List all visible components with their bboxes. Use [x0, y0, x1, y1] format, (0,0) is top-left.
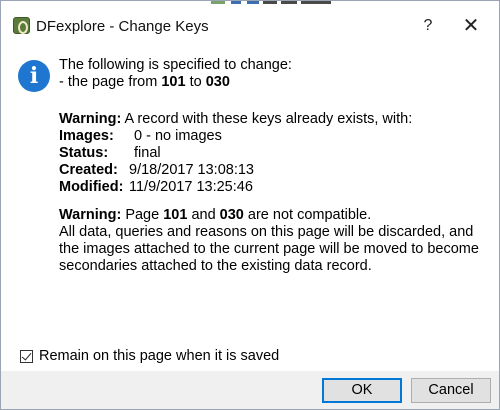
- modified-row: Modified: 11/9/2017 13:25:46: [59, 179, 412, 196]
- existing-record-warning: Warning: A record with these keys alread…: [59, 111, 413, 127]
- modified-label: Modified:: [59, 179, 124, 195]
- remain-on-page-label[interactable]: Remain on this page when it is saved: [39, 348, 279, 364]
- info-icon: i: [18, 60, 50, 92]
- to-page: 030: [205, 74, 230, 90]
- remain-on-page-option[interactable]: Remain on this page when it is saved: [20, 348, 279, 364]
- cancel-button[interactable]: Cancel: [411, 378, 491, 403]
- created-label: Created:: [59, 162, 118, 178]
- close-button[interactable]: ✕: [459, 14, 483, 38]
- images-row: Images: 0 - no images: [59, 128, 412, 145]
- remain-on-page-checkbox[interactable]: [20, 349, 33, 363]
- intro-line: The following is specified to change:: [59, 57, 292, 73]
- page-a: 101: [163, 207, 188, 223]
- status-value: final: [134, 145, 161, 161]
- help-button[interactable]: ?: [416, 15, 440, 37]
- ok-button[interactable]: OK: [322, 378, 402, 403]
- button-bar: OK Cancel: [1, 371, 499, 409]
- compat-warning-body: All data, queries and reasons on this pa…: [59, 224, 479, 274]
- page-change-line: - the page from 101 to 030: [59, 74, 230, 90]
- dfexplore-app-icon: [13, 17, 30, 34]
- warning-label: Warning:: [59, 111, 122, 127]
- title-bar: DFexplore - Change Keys ? ✕: [1, 9, 499, 45]
- page-b: 030: [219, 207, 244, 223]
- from-page: 101: [161, 74, 186, 90]
- status-label: Status:: [59, 145, 109, 161]
- warning-label: Warning:: [59, 207, 122, 223]
- compatibility-warning: Warning: Page 101 and 030 are not compat…: [59, 207, 491, 275]
- change-summary: The following is specified to change: - …: [59, 57, 292, 91]
- compat-warning-line: Warning: Page 101 and 030 are not compat…: [59, 207, 372, 223]
- created-value: 9/18/2017 13:08:13: [129, 162, 254, 178]
- modified-value: 11/9/2017 13:25:46: [129, 179, 253, 195]
- images-label: Images:: [59, 128, 114, 144]
- change-keys-dialog: DFexplore - Change Keys ? ✕ i The follow…: [0, 0, 500, 410]
- created-row: Created: 9/18/2017 13:08:13: [59, 162, 412, 179]
- background-window-strip: [1, 1, 499, 7]
- images-value: 0 - no images: [134, 128, 222, 144]
- existing-record-details: Warning: A record with these keys alread…: [59, 111, 412, 196]
- status-row: Status: final: [59, 145, 412, 162]
- window-title: DFexplore - Change Keys: [36, 18, 209, 35]
